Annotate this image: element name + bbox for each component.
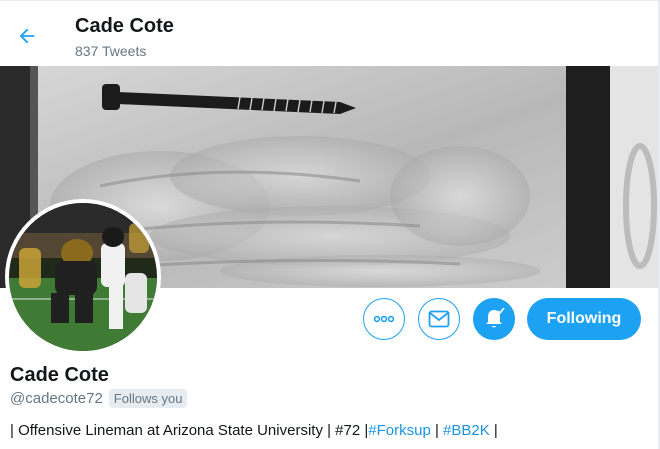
bell-icon (486, 307, 505, 328)
hashtag-bb2k-link[interactable]: #BB2K (443, 422, 490, 439)
handle-row: @cadecote72 Follows you (10, 389, 188, 408)
tweet-count: 837 Tweets (75, 43, 147, 59)
header-name: Cade Cote (75, 15, 174, 37)
hashtag-forksup-link[interactable]: #Forksup (368, 422, 431, 439)
profile-name: Cade Cote (10, 364, 109, 386)
envelope-icon (428, 310, 450, 328)
bio-suffix: | (489, 422, 498, 439)
bio-separator: | (430, 422, 444, 439)
message-button[interactable] (418, 298, 460, 340)
notifications-button[interactable] (473, 298, 515, 340)
back-button[interactable] (14, 23, 40, 49)
profile-handle: @cadecote72 (10, 390, 103, 407)
profile-actions: Following (0, 298, 660, 344)
follows-you-badge: Follows you (108, 389, 188, 408)
more-button[interactable] (363, 298, 405, 340)
profile-bio: | Offensive Lineman at Arizona State Uni… (10, 422, 498, 439)
more-icon (373, 315, 395, 323)
bio-text: | Offensive Lineman at Arizona State Uni… (10, 422, 369, 439)
following-button[interactable]: Following (527, 298, 641, 340)
profile-header-bar: Cade Cote 837 Tweets (0, 0, 660, 66)
back-arrow-icon (19, 28, 35, 44)
